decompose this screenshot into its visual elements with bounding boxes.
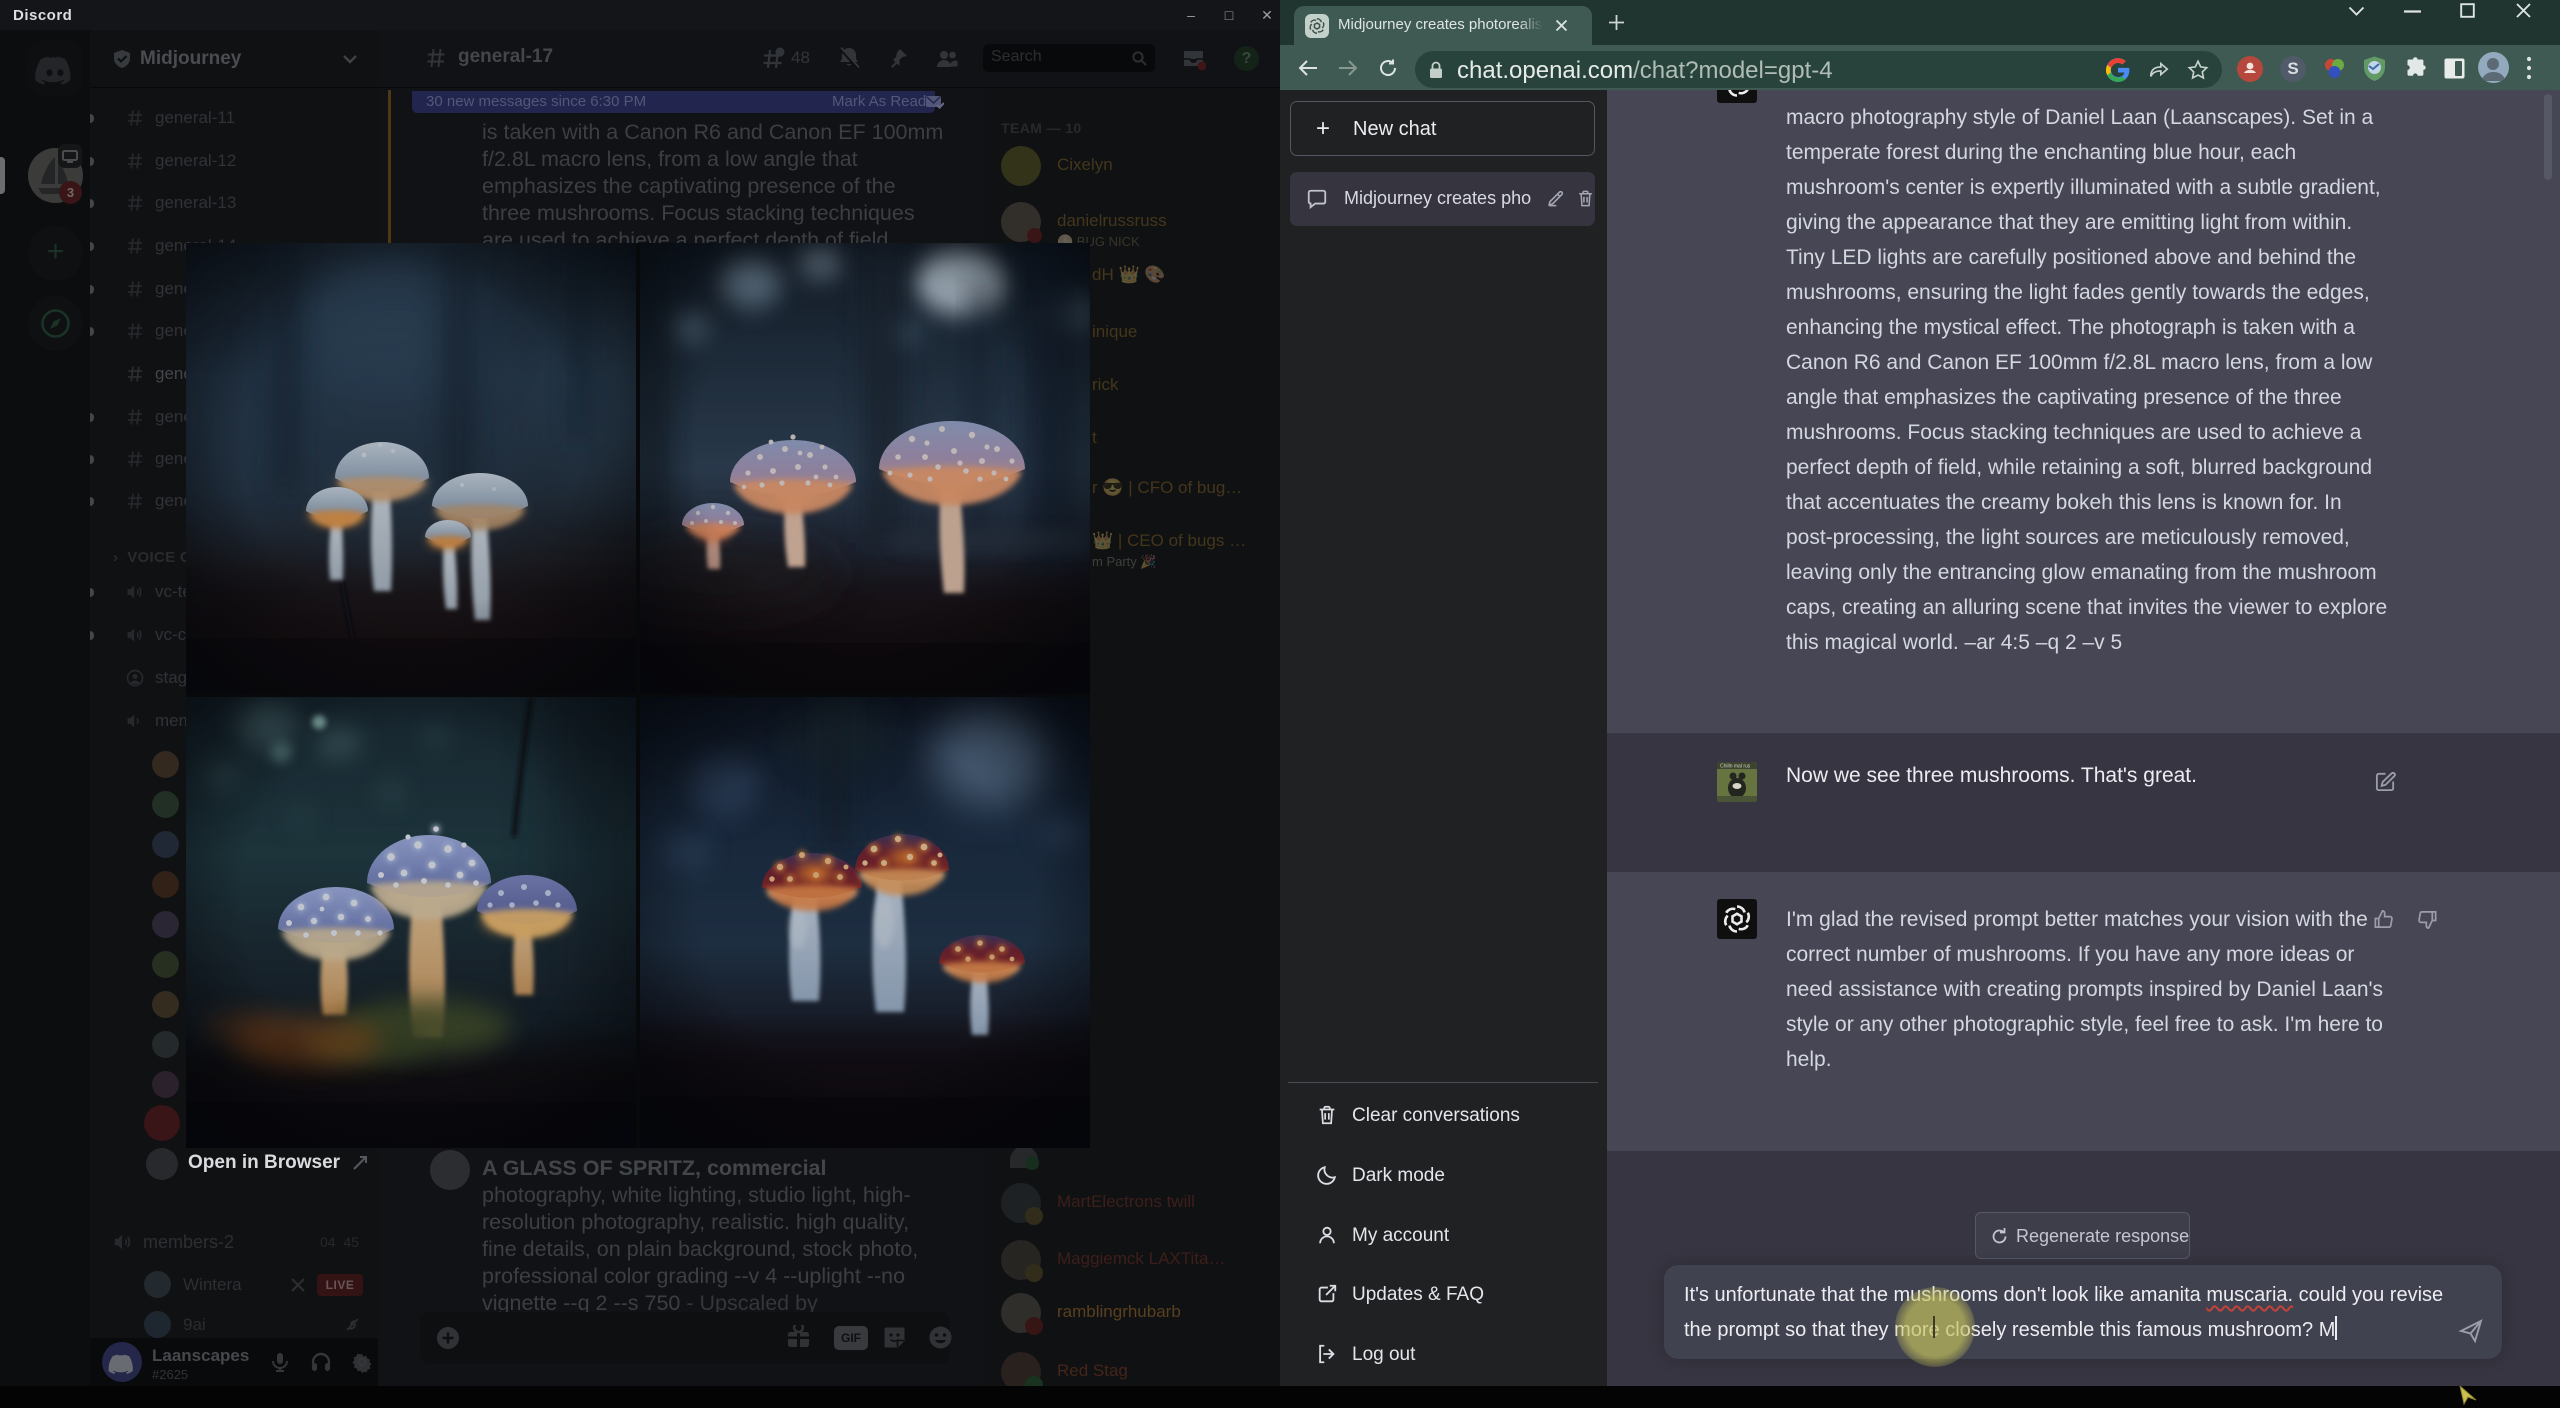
svg-text:Chilln mal rus: Chilln mal rus: [1720, 764, 1751, 770]
